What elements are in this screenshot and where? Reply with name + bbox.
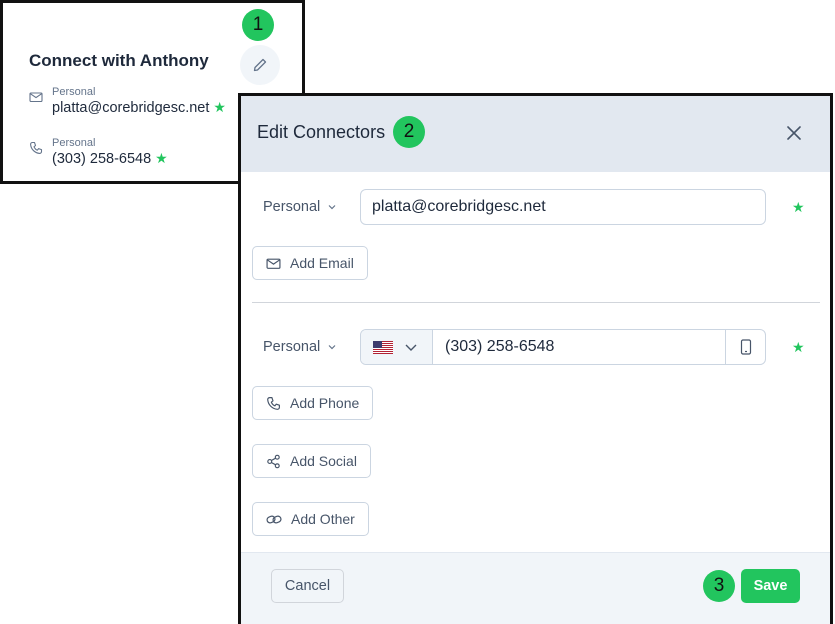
modal-title: Edit Connectors	[257, 122, 386, 142]
country-code-select[interactable]	[361, 330, 433, 364]
share-icon	[266, 454, 281, 469]
step-badge-1: 1	[242, 9, 274, 41]
chevron-down-icon	[326, 341, 338, 353]
connect-card-title: Connect with Anthony	[29, 51, 209, 70]
add-phone-label: Add Phone	[290, 395, 360, 411]
phone-type-select[interactable]: Personal	[263, 339, 338, 355]
step-badge-3: 3	[703, 570, 735, 602]
phone-icon	[266, 396, 281, 411]
add-social-button[interactable]: Add Social	[252, 444, 371, 478]
add-email-label: Add Email	[290, 255, 354, 271]
close-icon[interactable]	[785, 124, 803, 142]
star-icon: ★	[213, 99, 226, 115]
phone-input[interactable]: (303) 258-6548	[445, 338, 554, 356]
us-flag-icon	[373, 340, 393, 354]
phone-value[interactable]: (303) 258-6548	[52, 151, 151, 167]
phone-input-group: (303) 258-6548	[360, 329, 766, 365]
phone-type-label: Personal	[52, 137, 96, 149]
mail-icon	[29, 90, 45, 106]
mobile-device-icon[interactable]	[725, 330, 765, 364]
primary-phone-star-icon[interactable]: ★	[792, 339, 805, 356]
modal-footer: Cancel Save	[241, 552, 830, 624]
add-other-button[interactable]: Add Other	[252, 502, 369, 536]
email-input[interactable]: platta@corebridgesc.net	[360, 189, 766, 225]
phone-icon	[29, 141, 45, 157]
save-button[interactable]: Save	[741, 569, 800, 603]
link-icon	[266, 512, 282, 527]
primary-email-star-icon[interactable]: ★	[792, 199, 805, 216]
email-type-label: Personal	[52, 86, 96, 98]
modal-header: Edit Connectors	[241, 96, 830, 172]
email-type-select[interactable]: Personal	[263, 199, 338, 215]
pencil-icon	[252, 57, 268, 73]
mail-icon	[266, 256, 281, 271]
step-badge-2: 2	[393, 116, 425, 148]
add-other-label: Add Other	[291, 511, 355, 527]
email-type-value: Personal	[263, 199, 321, 215]
chevron-down-icon	[326, 201, 338, 213]
email-value[interactable]: platta@corebridgesc.net	[52, 100, 209, 116]
edit-connectors-modal: Edit Connectors Personal platta@corebrid…	[238, 93, 833, 624]
add-email-button[interactable]: Add Email	[252, 246, 368, 280]
star-icon: ★	[155, 150, 168, 166]
cancel-button[interactable]: Cancel	[271, 569, 344, 603]
add-social-label: Add Social	[290, 453, 357, 469]
add-phone-button[interactable]: Add Phone	[252, 386, 374, 420]
edit-connectors-button[interactable]	[240, 45, 280, 85]
chevron-down-icon	[403, 339, 419, 355]
phone-type-value: Personal	[263, 339, 321, 355]
section-divider	[252, 302, 820, 303]
